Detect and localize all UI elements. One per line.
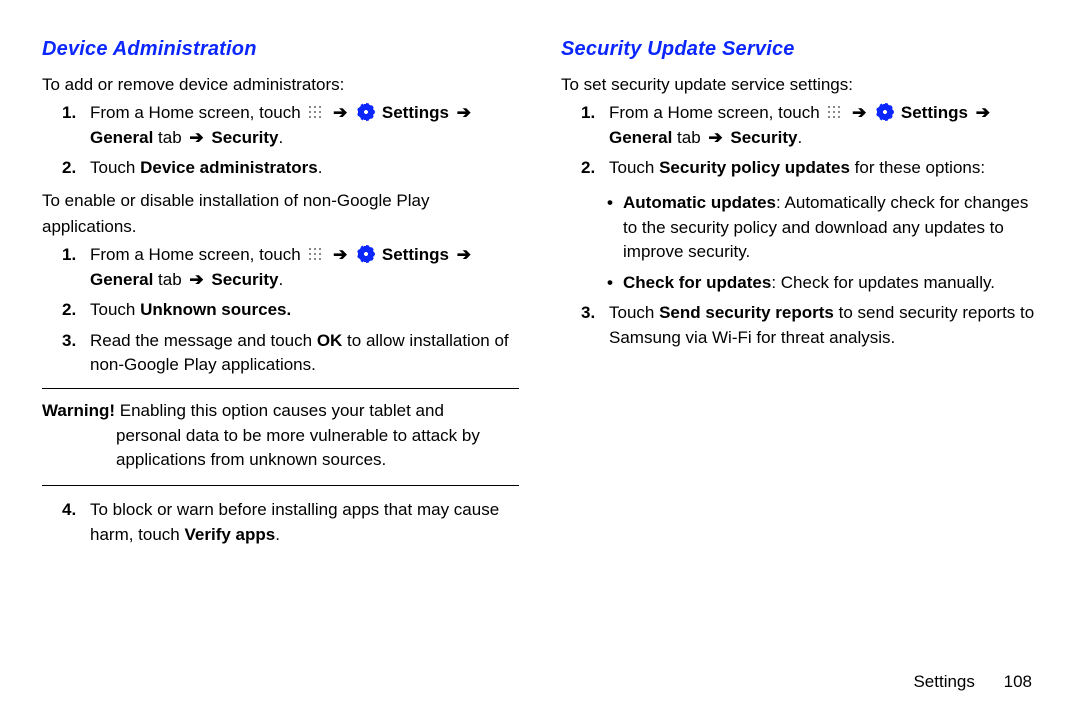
- step-verify-apps: 4. To block or warn before installing ap…: [90, 498, 519, 547]
- arrow-icon: ➔: [189, 270, 203, 289]
- step-home-settings-1: 1. From a Home screen, touch ➔ Settings …: [90, 101, 519, 150]
- settings-gear-icon: [357, 245, 375, 263]
- settings-gear-icon: [357, 103, 375, 121]
- left-column: Device Administration To add or remove d…: [42, 38, 519, 557]
- intro-non-google-b: applications.: [42, 217, 519, 237]
- apps-grid-icon: [307, 104, 323, 120]
- apps-grid-icon: [826, 104, 842, 120]
- step-security-policy-updates: 2. Touch Security policy updates for the…: [609, 156, 1038, 181]
- step-unknown-sources: 2. Touch Unknown sources.: [90, 298, 519, 323]
- arrow-icon: ➔: [189, 128, 203, 147]
- bullet-automatic-updates: Automatic updates: Automatically check f…: [623, 191, 1038, 265]
- intro-add-remove: To add or remove device administrators:: [42, 75, 519, 95]
- intro-non-google-a: To enable or disable installation of non…: [42, 191, 519, 211]
- warning-block: Warning! Enabling this option causes you…: [42, 388, 519, 486]
- bullet-check-for-updates: Check for updates: Check for updates man…: [623, 271, 1038, 296]
- right-column: Security Update Service To set security …: [561, 38, 1038, 557]
- arrow-icon: ➔: [976, 103, 990, 122]
- heading-security-update: Security Update Service: [561, 38, 1038, 61]
- arrow-icon: ➔: [457, 245, 471, 264]
- arrow-icon: ➔: [852, 103, 866, 122]
- step-device-administrators: 2. Touch Device administrators.: [90, 156, 519, 181]
- step-home-settings-2: 1. From a Home screen, touch ➔ Settings …: [90, 243, 519, 292]
- arrow-icon: ➔: [333, 245, 347, 264]
- step-home-settings-3: 1. From a Home screen, touch ➔ Settings …: [609, 101, 1038, 150]
- arrow-icon: ➔: [333, 103, 347, 122]
- intro-security-update: To set security update service settings:: [561, 75, 1038, 95]
- step-send-security-reports: 3. Touch Send security reports to send s…: [609, 301, 1038, 350]
- page-footer: Settings 108: [913, 672, 1032, 692]
- heading-device-admin: Device Administration: [42, 38, 519, 61]
- footer-page-number: 108: [1004, 672, 1032, 691]
- arrow-icon: ➔: [457, 103, 471, 122]
- footer-chapter: Settings: [913, 672, 974, 691]
- arrow-icon: ➔: [708, 128, 722, 147]
- settings-gear-icon: [876, 103, 894, 121]
- apps-grid-icon: [307, 246, 323, 262]
- step-read-ok: 3. Read the message and touch OK to allo…: [90, 329, 519, 378]
